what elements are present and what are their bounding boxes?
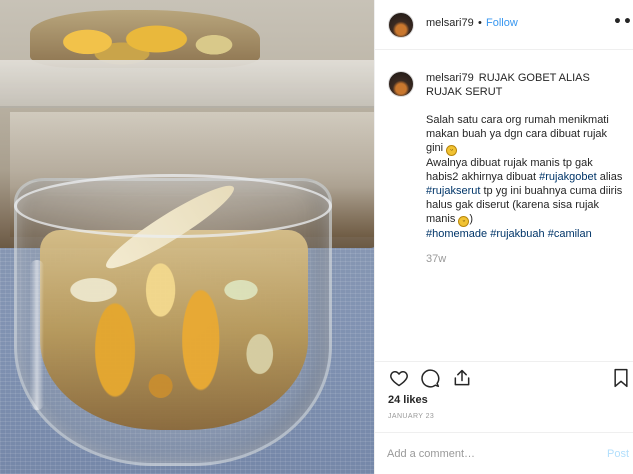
caption-title: melsari79 RUJAK GOBET ALIAS RUJAK SERUT: [426, 71, 626, 99]
container-rim: [0, 60, 374, 108]
post-photo[interactable]: [0, 0, 374, 474]
post-comment-button[interactable]: Post: [607, 448, 629, 460]
comment-time-ago[interactable]: 37w: [426, 253, 446, 265]
bookmark-icon: [614, 368, 628, 388]
caption-paragraph-3: #homemade #rujakbuah #camilan: [426, 227, 626, 241]
emoji-grin-icon: ᵕ: [458, 216, 470, 227]
caption-avatar[interactable]: [388, 71, 414, 97]
hashtag-camilan[interactable]: #camilan: [548, 228, 592, 240]
more-options-button[interactable]: •••: [613, 14, 633, 30]
comment-icon: [421, 369, 440, 388]
comments-section: melsari79 RUJAK GOBET ALIAS RUJAK SERUT …: [375, 51, 633, 360]
avatar[interactable]: [388, 12, 414, 38]
emoji-grin-icon: ᵕ: [446, 145, 458, 156]
likes-count[interactable]: 24 likes: [388, 394, 428, 406]
heart-icon: [390, 370, 408, 387]
post-date[interactable]: JANUARY 23: [388, 413, 434, 420]
caption-body: Salah satu cara org rumah menikmati maka…: [426, 113, 626, 241]
glass-rim: [14, 174, 332, 238]
share-button[interactable]: [451, 368, 473, 390]
header-username[interactable]: melsari79: [426, 17, 474, 29]
add-comment-bar: Post: [375, 432, 633, 474]
post-sidebar: melsari79 • Follow ••• melsari79 RUJAK G…: [374, 0, 633, 474]
caption-line-2b: alias: [599, 171, 623, 183]
action-bar: [375, 361, 633, 391]
post-header: melsari79 • Follow •••: [375, 0, 633, 50]
caption-paragraph-1: Salah satu cara org rumah menikmati maka…: [426, 113, 626, 156]
hashtag-rujakbuah[interactable]: #rujakbuah: [490, 228, 544, 240]
hashtag-homemade[interactable]: #homemade: [426, 228, 487, 240]
like-button[interactable]: [388, 368, 410, 390]
caption-paragraph-2: Awalnya dibuat rujak manis tp gak habis2…: [426, 156, 626, 227]
save-button[interactable]: [610, 368, 632, 390]
rujak-food: [40, 230, 308, 430]
separator-dot: •: [478, 17, 482, 29]
hashtag-rujakgobet[interactable]: #rujakgobet: [539, 171, 597, 183]
follow-button[interactable]: Follow: [486, 17, 518, 29]
hashtag-rujakserut[interactable]: #rujakserut: [426, 185, 480, 197]
glass-shine: [30, 260, 44, 410]
comment-button[interactable]: [419, 368, 441, 390]
share-icon: [454, 369, 470, 386]
caption-line-2d: ): [469, 213, 474, 225]
comment-input[interactable]: [387, 446, 587, 462]
caption-username[interactable]: melsari79: [426, 72, 474, 84]
